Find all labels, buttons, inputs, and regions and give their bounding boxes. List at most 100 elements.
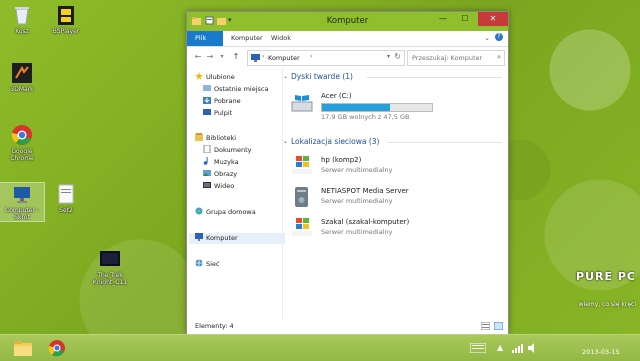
address-row: ← → ▾ ↑ › Komputer › ▾ ↻ Przeszukaj: Kom…: [187, 47, 508, 67]
refresh-icon[interactable]: ↻: [394, 52, 401, 61]
drive-free-space: 17,9 GB wolnych z 47,5 GB: [321, 113, 410, 121]
title-bar[interactable]: ▾ Komputer — ☐ ✕: [187, 12, 508, 31]
explorer-window[interactable]: ▾ Komputer — ☐ ✕ Plik Komputer Widok ⌄ ?…: [186, 11, 509, 334]
3dmark-icon: [11, 62, 33, 84]
minimize-button[interactable]: —: [432, 12, 454, 26]
desktop-icon-trek-knight[interactable]: The Trek Knight_C11: [88, 248, 132, 286]
item-count: Elementy: 4: [195, 322, 234, 330]
nav-item-homegroup[interactable]: Grupa domowa: [195, 207, 279, 218]
network-item-type: Serwer multimedialny: [321, 197, 393, 205]
keyboard-icon[interactable]: [469, 342, 487, 355]
nav-item-network[interactable]: Sieć: [195, 259, 279, 270]
watermark: PURE PC wiemy, co się kręci: [550, 270, 636, 330]
desktop: Kosz BSPlayer 3DMark Google Chrome Compu…: [0, 0, 640, 334]
recent-locations-button[interactable]: ▾: [217, 52, 227, 62]
windows-media-player-icon: [291, 217, 313, 241]
group-divider: [387, 142, 502, 143]
taskbar: ▲ 2013-03-15: [0, 334, 640, 361]
nav-item-desktop[interactable]: Pulpit: [203, 108, 287, 119]
network-item-type: Serwer multimedialny: [321, 228, 393, 236]
download-icon: [203, 96, 211, 104]
chevron-right-icon: ›: [262, 53, 265, 60]
nav-item-pictures[interactable]: Obrazy: [203, 169, 287, 180]
address-bar[interactable]: › Komputer › ▾ ↻: [247, 50, 405, 66]
network-item[interactable]: Szakal (szakal-komputer) Serwer multimed…: [289, 216, 499, 240]
drive-name: Acer (C:): [321, 92, 352, 100]
chevron-down-icon[interactable]: ▾: [387, 53, 390, 60]
network-item-type: Serwer multimedialny: [321, 166, 393, 174]
star-icon: [195, 72, 203, 80]
network-tray-icon[interactable]: [512, 343, 524, 355]
tab-widok[interactable]: Widok: [263, 31, 299, 46]
hard-drive-icon: [291, 94, 313, 116]
nav-item-downloads[interactable]: Pobrane: [203, 96, 287, 107]
drive-usage-bar: [321, 103, 433, 112]
computer-icon: [195, 233, 203, 241]
search-icon[interactable]: ⌕: [497, 53, 501, 62]
search-placeholder: Przeszukaj: Komputer: [412, 54, 483, 62]
network-item-name: NETIASPOT Media Server: [321, 187, 409, 195]
desktop-icon: [203, 108, 211, 116]
recycle-bin-icon: [11, 4, 33, 26]
desktop-icon-computer-shortcut[interactable]: Computer - Skrót: [0, 182, 45, 222]
status-bar: Elementy: 4: [187, 319, 508, 334]
computer-icon: [11, 183, 33, 205]
desktop-icon-set2[interactable]: Set2: [44, 183, 88, 214]
videos-icon: [203, 181, 211, 189]
nav-item-computer[interactable]: Komputer: [189, 233, 285, 244]
desktop-icon-recycle-bin[interactable]: Kosz: [0, 4, 44, 35]
navigation-pane: Ulubione Ostatnie miejsca Pobrane Pulpit…: [187, 69, 285, 319]
network-icon: [195, 259, 203, 267]
nav-item-recent-places[interactable]: Ostatnie miejsca: [203, 84, 287, 95]
tab-plik[interactable]: Plik: [187, 31, 223, 46]
chrome-icon: [11, 124, 33, 146]
address-segment[interactable]: Komputer: [268, 54, 300, 62]
forward-button[interactable]: →: [205, 52, 215, 62]
network-item-name: Szakal (szakal-komputer): [321, 218, 410, 226]
details-view-icon[interactable]: [480, 321, 491, 332]
close-button[interactable]: ✕: [478, 12, 508, 26]
film-icon: [55, 4, 77, 26]
drive-usage-fill: [322, 104, 391, 111]
up-button[interactable]: ↑: [231, 52, 241, 62]
help-icon[interactable]: ?: [495, 33, 503, 41]
desktop-icon-3dmark[interactable]: 3DMark: [0, 62, 44, 93]
large-icons-view-icon[interactable]: [493, 321, 504, 332]
video-thumbnail-icon: [99, 248, 121, 270]
chevron-right-icon: ›: [310, 53, 313, 60]
network-item[interactable]: NETIASPOT Media Server Serwer multimedia…: [289, 185, 499, 209]
tray-arrow-icon[interactable]: ▲: [497, 343, 503, 352]
drive-item[interactable]: Acer (C:) 17,9 GB wolnych z 47,5 GB: [289, 91, 499, 127]
search-input[interactable]: Przeszukaj: Komputer ⌕: [407, 50, 505, 66]
document-icon: [55, 183, 77, 205]
network-item-name: hp (komp2): [321, 156, 362, 164]
computer-icon: [251, 54, 260, 64]
media-server-icon: [293, 186, 311, 210]
music-icon: [203, 157, 211, 165]
desktop-icon-bsplayer[interactable]: BSPlayer: [44, 4, 88, 35]
ribbon-expand-icon[interactable]: ⌄: [484, 34, 490, 42]
watermark-brand: PURE PC: [576, 270, 636, 283]
nav-item-documents[interactable]: Dokumenty: [203, 144, 287, 156]
group-divider: [367, 77, 502, 78]
volume-icon[interactable]: [528, 343, 540, 355]
chevron-down-icon[interactable]: ⌄: [283, 73, 288, 80]
clock-date[interactable]: 2013-03-15: [582, 348, 620, 356]
chevron-down-icon[interactable]: ⌄: [283, 138, 288, 145]
network-item[interactable]: hp (komp2) Serwer multimedialny: [289, 154, 499, 178]
nav-item-libraries[interactable]: Biblioteki: [195, 133, 279, 144]
documents-icon: [203, 144, 211, 154]
nav-item-music[interactable]: Muzyka: [203, 157, 287, 168]
group-header-network[interactable]: Lokalizacja sieciowa (3): [291, 137, 379, 146]
nav-item-favorites[interactable]: Ulubione: [195, 72, 279, 83]
taskbar-explorer-button[interactable]: [12, 337, 34, 359]
maximize-button[interactable]: ☐: [454, 12, 476, 26]
watermark-tagline: wiemy, co się kręci: [578, 301, 636, 308]
windows-media-player-icon: [291, 155, 313, 179]
back-button[interactable]: ←: [193, 52, 203, 62]
group-header-drives[interactable]: Dyski twarde (1): [291, 72, 353, 81]
nav-item-videos[interactable]: Wideo: [203, 181, 287, 192]
taskbar-chrome-button[interactable]: [46, 337, 68, 359]
desktop-icon-chrome[interactable]: Google Chrome: [0, 124, 44, 162]
pictures-icon: [203, 169, 211, 177]
